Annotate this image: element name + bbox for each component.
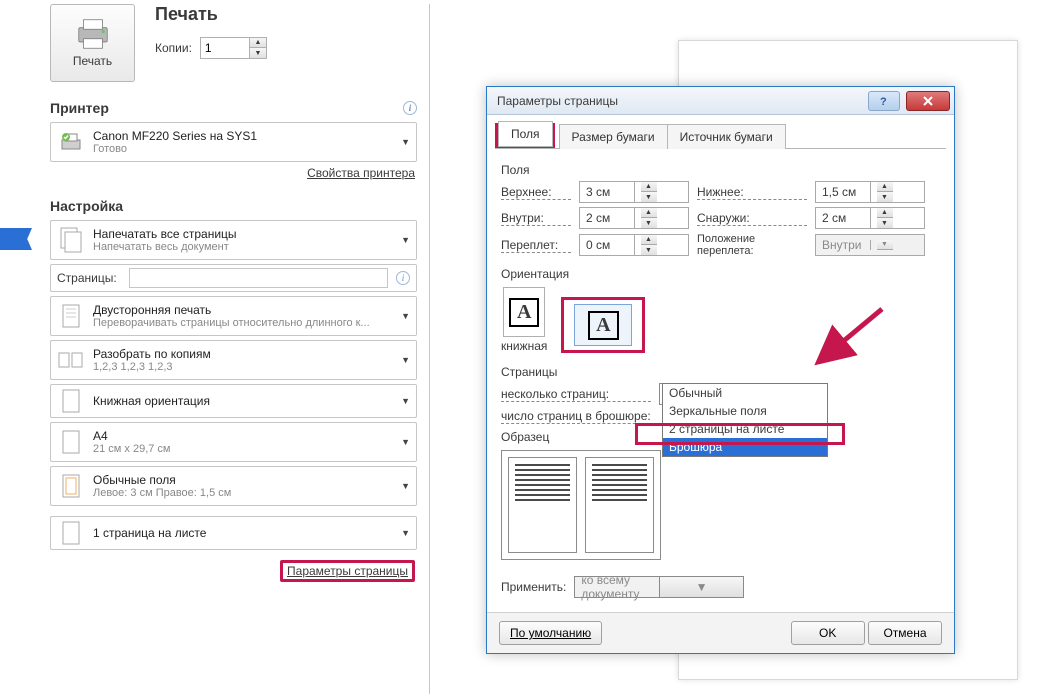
margins-chooser[interactable]: Обычные поля Левое: 3 см Правое: 1,5 см … bbox=[50, 466, 417, 506]
printer-icon bbox=[74, 18, 112, 50]
outside-margin-label: Снаружи: bbox=[697, 211, 807, 226]
page-setup-highlight: Параметры страницы bbox=[280, 560, 415, 582]
page-size-icon bbox=[57, 430, 85, 454]
tab-paper[interactable]: Размер бумаги bbox=[559, 124, 668, 149]
margins-group-title: Поля bbox=[501, 163, 940, 177]
cancel-button[interactable]: Отмена bbox=[868, 621, 942, 645]
apply-to-dropdown[interactable]: ко всему документу▼ bbox=[574, 576, 744, 598]
dialog-titlebar[interactable]: Параметры страницы ? bbox=[487, 87, 954, 115]
dropdown-option[interactable]: 2 страницы на листе bbox=[663, 420, 827, 438]
chevron-down-icon: ▼ bbox=[401, 355, 410, 365]
collate-chooser[interactable]: Разобрать по копиям 1,2,3 1,2,3 1,2,3 ▼ bbox=[50, 340, 417, 380]
apply-to-label: Применить: bbox=[501, 580, 566, 594]
print-range-sub: Напечатать весь документ bbox=[93, 241, 393, 253]
copies-up[interactable]: ▲ bbox=[250, 38, 266, 48]
duplex-chooser[interactable]: Двусторонняя печать Переворачивать стран… bbox=[50, 296, 417, 336]
chevron-down-icon: ▼ bbox=[401, 235, 410, 245]
printer-name: Canon MF220 Series на SYS1 bbox=[93, 129, 393, 143]
ok-button[interactable]: OK bbox=[791, 621, 865, 645]
dialog-title: Параметры страницы bbox=[497, 94, 618, 108]
outside-margin-input[interactable]: 2 см▲▼ bbox=[815, 207, 925, 229]
dropdown-option[interactable]: Зеркальные поля bbox=[663, 402, 827, 420]
pages-label: Страницы: bbox=[57, 271, 117, 285]
chevron-down-icon: ▼ bbox=[401, 137, 410, 147]
page-setup-link[interactable]: Параметры страницы bbox=[287, 564, 408, 578]
margins-icon bbox=[57, 474, 85, 498]
page-setup-dialog: Параметры страницы ? Поля Размер бумаги … bbox=[486, 86, 955, 654]
tab-source[interactable]: Источник бумаги bbox=[667, 124, 786, 149]
copies-spinner[interactable]: ▲ ▼ bbox=[200, 37, 267, 59]
bottom-margin-input[interactable]: 1,5 см▲▼ bbox=[815, 181, 925, 203]
dropdown-option[interactable]: Обычный bbox=[663, 384, 827, 402]
duplex-icon bbox=[57, 303, 85, 329]
dropdown-option-selected[interactable]: Брошюра bbox=[663, 438, 827, 456]
chevron-down-icon: ▼ bbox=[401, 311, 410, 321]
gutter-label: Переплет: bbox=[501, 238, 571, 253]
print-panel: Печать Печать Копии: ▲ ▼ Принтер i bbox=[50, 4, 430, 694]
bottom-margin-label: Нижнее: bbox=[697, 185, 807, 200]
tab-margins[interactable]: Поля bbox=[498, 121, 553, 147]
svg-text:?: ? bbox=[880, 96, 887, 107]
printer-properties-link[interactable]: Свойства принтера bbox=[307, 166, 415, 180]
chevron-down-icon: ▼ bbox=[401, 437, 410, 447]
pages-row: Страницы: i bbox=[50, 264, 417, 292]
copies-input[interactable] bbox=[201, 39, 249, 57]
pages-per-sheet-icon bbox=[57, 521, 85, 545]
printer-status-icon bbox=[57, 130, 85, 154]
pages-group-title: Страницы bbox=[501, 365, 940, 379]
close-button[interactable] bbox=[906, 91, 950, 111]
orientation-portrait[interactable]: A книжная bbox=[501, 287, 547, 353]
preview-thumbnail bbox=[501, 450, 661, 560]
gutter-pos-label: Положение переплета: bbox=[697, 233, 807, 257]
printer-info-icon[interactable]: i bbox=[403, 101, 417, 115]
orientation-landscape-highlight: A bbox=[561, 297, 645, 353]
printer-status: Готово bbox=[93, 143, 393, 155]
orientation-chooser[interactable]: Книжная ориентация ▼ bbox=[50, 384, 417, 418]
print-title: Печать bbox=[155, 4, 267, 25]
sheets-per-booklet-label: число страниц в брошюре: bbox=[501, 409, 651, 424]
orientation-landscape[interactable]: A bbox=[574, 304, 632, 346]
chevron-down-icon: ▼ bbox=[401, 481, 410, 491]
default-button[interactable]: По умолчанию bbox=[499, 621, 602, 645]
tab-margins-highlight: Поля bbox=[495, 123, 555, 148]
pages-info-icon[interactable]: i bbox=[396, 271, 410, 285]
chevron-down-icon: ▼ bbox=[401, 396, 410, 406]
print-button[interactable]: Печать bbox=[50, 4, 135, 82]
help-button[interactable]: ? bbox=[868, 91, 900, 111]
chevron-down-icon: ▼ bbox=[401, 528, 410, 538]
inside-margin-label: Внутри: bbox=[501, 211, 571, 226]
print-range-title: Напечатать все страницы bbox=[93, 227, 393, 241]
nav-stripe bbox=[0, 228, 32, 250]
orientation-icon bbox=[57, 389, 85, 413]
copies-down[interactable]: ▼ bbox=[250, 48, 266, 58]
paper-size-chooser[interactable]: A4 21 см x 29,7 см ▼ bbox=[50, 422, 417, 462]
gutter-input[interactable]: 0 см▲▼ bbox=[579, 234, 689, 256]
pages-input[interactable] bbox=[129, 268, 388, 288]
multi-pages-dropdown-list[interactable]: Обычный Зеркальные поля 2 страницы на ли… bbox=[662, 383, 828, 457]
top-margin-input[interactable]: 3 см▲▼ bbox=[579, 181, 689, 203]
gutter-pos-select: Внутри▼ bbox=[815, 234, 925, 256]
dialog-tabs: Поля Размер бумаги Источник бумаги bbox=[495, 123, 946, 149]
orientation-group-title: Ориентация bbox=[501, 267, 940, 281]
dialog-button-row: По умолчанию OK Отмена bbox=[487, 612, 954, 653]
top-margin-label: Верхнее: bbox=[501, 185, 571, 200]
printer-section-header: Принтер i bbox=[50, 100, 417, 116]
pages-icon bbox=[57, 227, 85, 253]
printer-chooser[interactable]: Canon MF220 Series на SYS1 Готово ▼ bbox=[50, 122, 417, 162]
inside-margin-input[interactable]: 2 см▲▼ bbox=[579, 207, 689, 229]
pages-per-sheet-chooser[interactable]: 1 страница на листе ▼ bbox=[50, 516, 417, 550]
print-range-chooser[interactable]: Напечатать все страницы Напечатать весь … bbox=[50, 220, 417, 260]
collate-icon bbox=[57, 349, 85, 371]
multi-pages-label: несколько страниц: bbox=[501, 387, 651, 402]
copies-label: Копии: bbox=[155, 41, 192, 55]
settings-section-header: Настройка bbox=[50, 198, 417, 214]
print-button-label: Печать bbox=[73, 54, 112, 68]
